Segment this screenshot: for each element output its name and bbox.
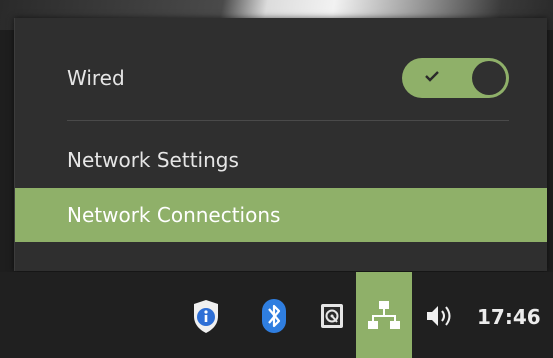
bottom-panel: 17:46: [0, 272, 553, 358]
network-wired-icon: [368, 301, 400, 329]
network-settings-label: Network Settings: [67, 148, 239, 172]
clock[interactable]: 17:46: [477, 305, 541, 329]
bluetooth-icon[interactable]: [259, 294, 289, 338]
check-icon: [425, 71, 439, 82]
shield-info-icon[interactable]: [191, 294, 221, 338]
network-settings-item[interactable]: Network Settings: [15, 133, 547, 187]
wired-toggle[interactable]: [402, 58, 509, 98]
volume-icon[interactable]: [424, 294, 454, 338]
menu-separator: [67, 120, 509, 121]
network-connections-label: Network Connections: [67, 203, 281, 227]
network-connections-item[interactable]: Network Connections: [15, 188, 547, 242]
network-tray-button[interactable]: [356, 272, 412, 358]
disk-icon[interactable]: [317, 294, 347, 338]
network-menu-popup: Wired Network Settings Network Connectio…: [14, 18, 547, 271]
wired-label: Wired: [67, 66, 125, 90]
toggle-knob: [472, 61, 506, 95]
wired-row[interactable]: Wired: [15, 56, 547, 100]
